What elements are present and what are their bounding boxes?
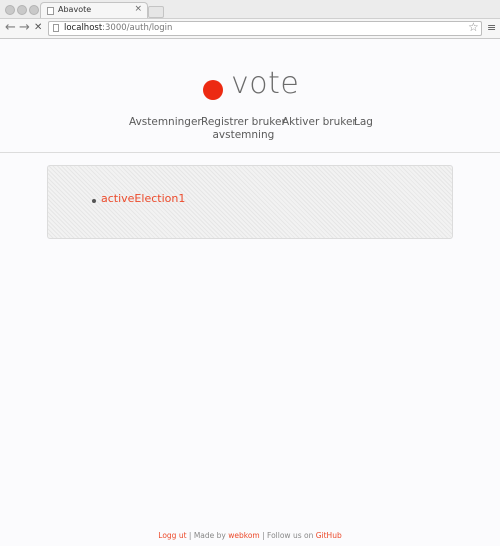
- bookmark-star-icon[interactable]: ☆: [468, 19, 479, 35]
- browser-tab[interactable]: Abavote ×: [40, 2, 148, 18]
- github-link[interactable]: GitHub: [316, 531, 342, 540]
- stop-loading-icon[interactable]: ✕: [34, 20, 42, 36]
- logo-dot-icon: [203, 80, 223, 100]
- close-window-icon[interactable]: [5, 5, 15, 15]
- elections-panel: activeElection1: [47, 165, 453, 239]
- minimize-window-icon[interactable]: [17, 5, 27, 15]
- list-bullet-icon: [92, 199, 96, 203]
- logo-text: vote: [231, 66, 300, 101]
- url-text: localhost:3000/auth/login: [64, 23, 173, 33]
- browser-toolbar: ← → ✕ localhost:3000/auth/login ☆ ≡: [0, 19, 500, 39]
- back-icon[interactable]: ←: [5, 20, 16, 36]
- nav-item-label: Registrer bruker: [201, 116, 286, 128]
- logout-link[interactable]: Logg ut: [158, 531, 186, 540]
- window-titlebar: Abavote ×: [0, 0, 500, 19]
- new-tab-button[interactable]: [148, 6, 164, 18]
- nav-item-label-line2: avstemning: [212, 129, 275, 141]
- page-favicon-icon: [47, 7, 54, 15]
- nav-item-registrer-bruker[interactable]: Registrer bruker avstemning: [201, 116, 286, 142]
- tab-title: Abavote: [58, 5, 92, 14]
- nav-item-avstemninger[interactable]: Avstemninger: [129, 116, 202, 129]
- webkom-link[interactable]: webkom: [228, 531, 259, 540]
- zoom-window-icon[interactable]: [29, 5, 39, 15]
- nav-item-aktiver-bruker[interactable]: Aktiver bruker: [282, 116, 357, 129]
- tab-close-icon[interactable]: ×: [134, 4, 142, 14]
- footer-text-made-by: | Made by: [186, 531, 229, 540]
- address-bar[interactable]: localhost:3000/auth/login: [48, 21, 482, 36]
- browser-menu-icon[interactable]: ≡: [487, 20, 496, 36]
- footer-text-follow: | Follow us on: [259, 531, 316, 540]
- page-icon: [53, 24, 59, 32]
- header-divider: [0, 152, 500, 153]
- footer: Logg ut | Made by webkom | Follow us on …: [0, 531, 500, 540]
- forward-icon[interactable]: →: [19, 20, 30, 36]
- nav-item-lag[interactable]: Lag: [354, 116, 373, 129]
- election-link[interactable]: activeElection1: [101, 192, 185, 205]
